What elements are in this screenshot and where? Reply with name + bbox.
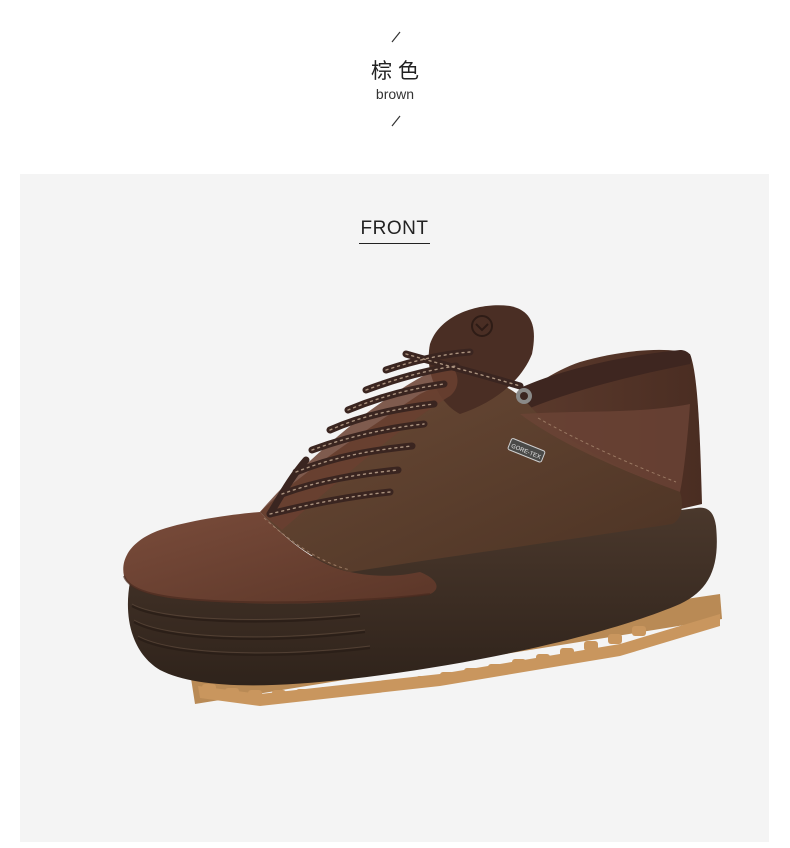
color-name-english: brown	[375, 86, 415, 102]
product-image-panel: FRONT GORE-TEX	[20, 174, 769, 842]
color-header: 棕色 brown	[0, 0, 790, 150]
decorative-slash-bottom	[391, 115, 401, 127]
eyelet-icon	[516, 388, 532, 404]
decorative-slash-top	[391, 31, 401, 43]
shoe-image: GORE-TEX	[123, 305, 722, 706]
color-name-chinese: 棕色	[371, 59, 425, 83]
